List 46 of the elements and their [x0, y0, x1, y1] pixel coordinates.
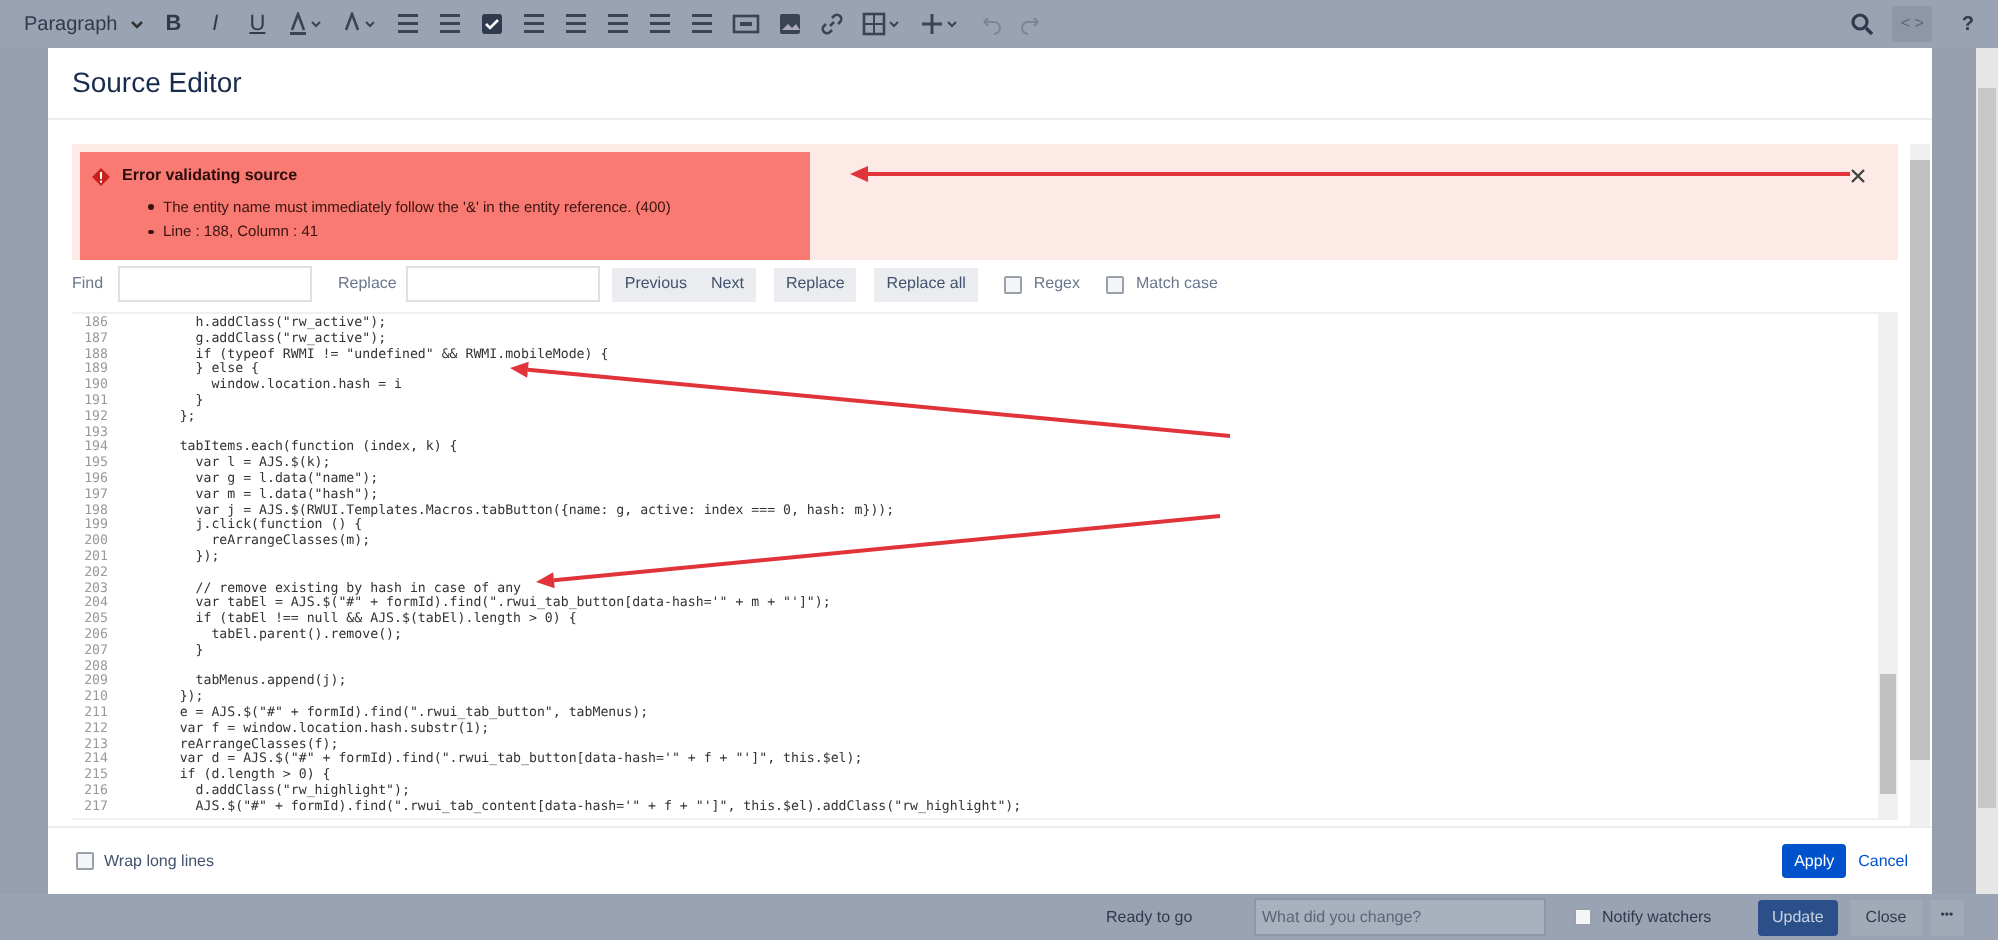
checkbox[interactable] — [1106, 275, 1124, 293]
find-bar-button[interactable]: Previous — [612, 267, 699, 301]
error-title: Error validating source — [122, 164, 298, 188]
checkbox-label: Regex — [1033, 272, 1080, 296]
dialog-title: Source Editor — [72, 64, 242, 102]
help-button[interactable]: ? — [1949, 9, 1986, 39]
panel-icon[interactable] — [731, 12, 760, 36]
close-button[interactable]: Close — [1849, 899, 1923, 935]
find-bar-button[interactable]: Next — [698, 267, 756, 301]
change-comment-field[interactable]: What did you change? — [1254, 898, 1546, 936]
checkbox[interactable] — [1003, 275, 1022, 293]
search-icon[interactable] — [1850, 12, 1875, 36]
plus-icon[interactable] — [919, 12, 960, 36]
replace-label: Replace — [338, 272, 397, 296]
bullet-icon — [148, 229, 153, 235]
code-editor[interactable] — [72, 312, 1898, 820]
dialog-scrollbar[interactable] — [1910, 144, 1930, 826]
table-icon[interactable] — [861, 12, 902, 36]
page-scrollbar[interactable] — [1976, 48, 1998, 894]
link-icon[interactable] — [819, 12, 844, 36]
close-icon[interactable] — [1850, 168, 1866, 184]
checkbox[interactable] — [1574, 908, 1592, 926]
replace-field[interactable] — [406, 266, 601, 302]
image-icon[interactable] — [777, 12, 802, 36]
underline-button[interactable]: U — [245, 7, 270, 41]
checkbox[interactable] — [76, 852, 94, 870]
chevron-down-icon[interactable] — [129, 19, 144, 29]
bold-button[interactable]: B — [161, 7, 186, 41]
error-icon — [92, 167, 110, 185]
text-color-icon[interactable] — [287, 12, 324, 36]
bullet-icon — [148, 204, 153, 210]
cancel-link[interactable]: Cancel — [1858, 849, 1908, 873]
apply-button[interactable]: Apply — [1782, 844, 1847, 878]
code-scrollbar[interactable] — [1878, 314, 1898, 818]
find-label: Find — [72, 272, 106, 296]
checkbox-label: Notify watchers — [1602, 905, 1714, 929]
find-field[interactable] — [118, 266, 312, 302]
find-bar-button[interactable]: Replace all — [874, 267, 978, 301]
status-text: Ready to go — [1106, 905, 1195, 929]
checkbox-icon[interactable] — [479, 12, 504, 36]
style-dropdown[interactable]: Paragraph — [24, 9, 144, 39]
italic-button[interactable]: I — [203, 7, 228, 41]
checkbox-label: Wrap long lines — [104, 849, 214, 873]
checkbox-label: Match case — [1136, 272, 1218, 296]
find-bar-button[interactable]: Replace — [773, 267, 857, 301]
update-button[interactable]: Update — [1758, 899, 1838, 935]
